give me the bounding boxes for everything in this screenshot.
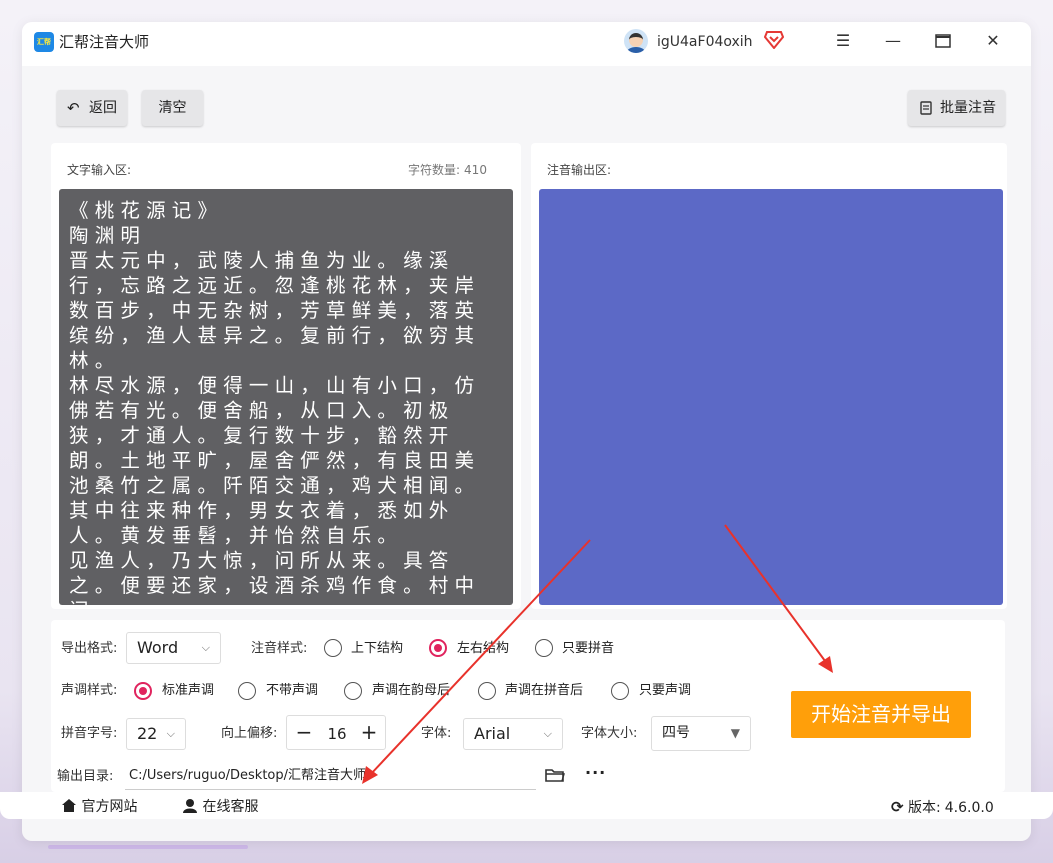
radio-label: 声调在拼音后 <box>505 683 584 698</box>
app-logo-icon: 汇帮 <box>34 32 54 52</box>
decrement-button[interactable]: − <box>294 720 314 744</box>
close-button[interactable]: ✕ <box>982 30 1004 52</box>
offset-stepper[interactable]: − 16 + <box>286 715 386 750</box>
back-button[interactable]: ↶ 返回 <box>57 90 127 126</box>
export-format-select[interactable]: Word ⌵ <box>126 632 221 664</box>
radio-tone-standard[interactable] <box>134 682 152 700</box>
chevron-down-icon: ⌵ <box>166 727 175 740</box>
version-info[interactable]: ⟳ 版本: 4.6.0.0 <box>891 797 994 818</box>
official-website-link[interactable]: 官方网站 <box>61 797 137 817</box>
font-label: 字体: <box>421 726 452 741</box>
radio-annotation-pinyin-only[interactable] <box>535 639 553 657</box>
radio-label: 不带声调 <box>266 683 319 698</box>
offset-value[interactable]: 16 <box>323 724 351 744</box>
radio-label: 声调在韵母后 <box>372 683 451 698</box>
back-arrow-icon: ↶ <box>67 99 80 117</box>
annotation-style-label: 注音样式: <box>251 641 308 656</box>
font-select[interactable]: Arial ⌵ <box>463 718 563 750</box>
radio-annotation-top-bottom[interactable] <box>324 639 342 657</box>
folder-icon[interactable] <box>545 767 565 783</box>
radio-label: 只要声调 <box>639 683 692 698</box>
batch-annotate-button[interactable]: 批量注音 <box>908 90 1005 126</box>
export-format-label: 导出格式: <box>61 641 118 656</box>
home-icon <box>62 799 76 812</box>
refresh-icon: ⟳ <box>891 798 904 816</box>
font-size-select[interactable]: 四号 ▼ <box>651 716 751 751</box>
avatar[interactable] <box>624 29 648 53</box>
input-text[interactable]: 《桃花源记》 陶渊明 晋太元中，武陵人捕鱼为业。缘溪行，忘路之远近。忽逢桃花林，… <box>59 189 513 605</box>
output-dir-label: 输出目录: <box>57 769 114 784</box>
start-export-button[interactable]: 开始注音并导出 <box>791 691 971 738</box>
maximize-button[interactable] <box>932 30 954 52</box>
radio-annotation-left-right[interactable] <box>429 639 447 657</box>
support-icon <box>183 799 197 813</box>
radio-label: 标准声调 <box>162 683 215 698</box>
chevron-down-icon: ⌵ <box>201 641 210 654</box>
radio-tone-none[interactable] <box>238 682 256 700</box>
document-icon <box>920 101 932 115</box>
radio-label: 上下结构 <box>351 641 404 656</box>
decorative-bar <box>48 845 248 849</box>
char-count: 字符数量: 410 <box>408 163 487 177</box>
clear-button[interactable]: 清空 <box>142 90 203 126</box>
offset-label: 向上偏移: <box>221 726 278 741</box>
chevron-down-icon: ⌵ <box>543 727 552 740</box>
username[interactable]: igU4aF04oxih <box>657 32 753 52</box>
output-dir-field[interactable]: C:/Users/ruguo/Desktop/汇帮注音大师 <box>125 762 536 790</box>
radio-tone-after-pinyin[interactable] <box>478 682 496 700</box>
text-input-area[interactable]: 《桃花源记》 陶渊明 晋太元中，武陵人捕鱼为业。缘溪行，忘路之远近。忽逢桃花林，… <box>59 189 513 605</box>
tone-style-label: 声调样式: <box>61 683 118 698</box>
title-bar <box>22 22 1031 66</box>
radio-label: 左右结构 <box>457 641 510 656</box>
minimize-button[interactable]: — <box>882 30 904 52</box>
vip-diamond-icon[interactable] <box>764 31 784 49</box>
app-title: 汇帮注音大师 <box>59 33 150 51</box>
font-size-label: 字体大小: <box>581 726 638 741</box>
pinyin-output-area[interactable] <box>539 189 1003 605</box>
increment-button[interactable]: + <box>359 720 379 744</box>
radio-tone-after-final[interactable] <box>344 682 362 700</box>
pinyin-size-select[interactable]: 22 ⌵ <box>126 718 186 750</box>
online-support-link[interactable]: 在线客服 <box>182 797 258 817</box>
output-panel-label: 注音输出区: <box>547 163 612 177</box>
caret-down-icon: ▼ <box>730 726 740 740</box>
pinyin-size-label: 拼音字号: <box>61 726 118 741</box>
radio-label: 只要拼音 <box>562 641 615 656</box>
input-panel-label: 文字输入区: <box>67 163 132 177</box>
more-options-icon[interactable]: ··· <box>585 763 606 782</box>
menu-icon[interactable]: ☰ <box>832 30 854 52</box>
scrollbar[interactable] <box>507 193 511 601</box>
radio-tone-only[interactable] <box>611 682 629 700</box>
